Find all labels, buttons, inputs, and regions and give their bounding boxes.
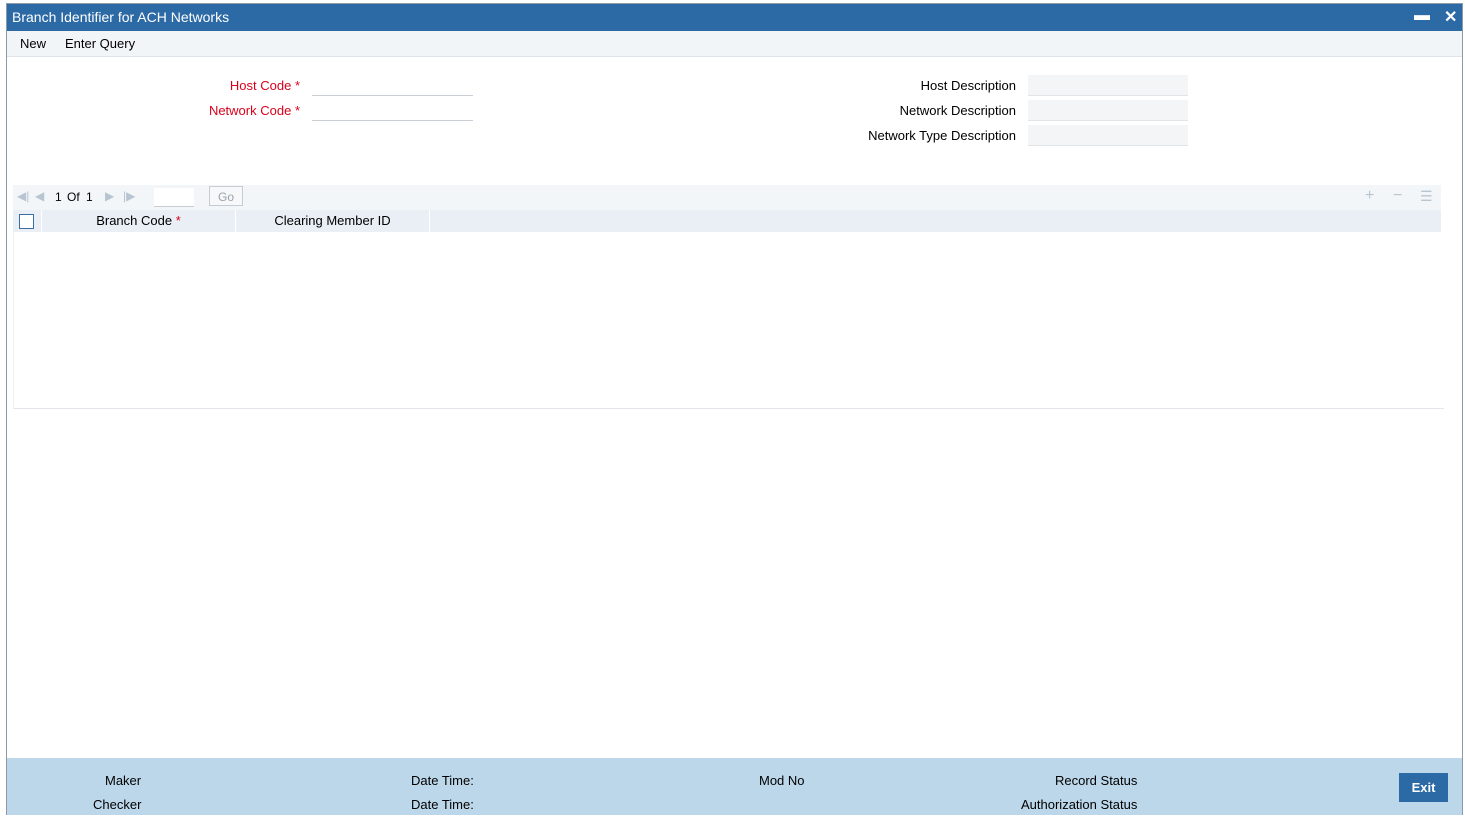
enter-query-menu-item[interactable]: Enter Query bbox=[65, 36, 135, 51]
delete-row-icon[interactable]: − bbox=[1393, 187, 1402, 205]
new-menu-item[interactable]: New bbox=[20, 36, 46, 51]
window-title: Branch Identifier for ACH Networks bbox=[12, 9, 230, 25]
select-all-checkbox[interactable] bbox=[19, 214, 34, 229]
column-header-branch-code: Branch Code * bbox=[96, 213, 181, 228]
maker-label: Maker bbox=[105, 773, 142, 788]
add-row-icon[interactable]: + bbox=[1365, 187, 1374, 205]
grid-header: Branch Code * Clearing Member ID bbox=[13, 210, 1441, 232]
menu-bar: New Enter Query bbox=[7, 31, 1462, 57]
main-window: Branch Identifier for ACH Networks ▬ ✕ N… bbox=[6, 3, 1463, 815]
network-description-label: Network Description bbox=[899, 103, 1016, 118]
go-button[interactable]: Go bbox=[209, 186, 243, 206]
network-code-label: Network Code * bbox=[208, 103, 300, 118]
grid-toolbar: ◀​| ◀ 1 Of 1 ▶ |▶ Go + − ☰ bbox=[13, 185, 1441, 210]
network-type-description-field bbox=[1028, 125, 1188, 146]
title-bar: Branch Identifier for ACH Networks ▬ ✕ bbox=[7, 4, 1462, 31]
maker-date-time-label: Date Time: bbox=[411, 773, 474, 788]
exit-button[interactable]: Exit bbox=[1399, 773, 1448, 802]
network-code-input[interactable] bbox=[312, 100, 473, 121]
last-page-icon[interactable]: |▶ bbox=[123, 189, 135, 203]
prev-page-icon[interactable]: ◀ bbox=[35, 189, 44, 203]
grid-body bbox=[13, 232, 1444, 409]
next-page-icon[interactable]: ▶ bbox=[105, 189, 114, 203]
host-description-field bbox=[1028, 75, 1188, 96]
minimize-icon[interactable]: ▬ bbox=[1414, 7, 1430, 25]
network-type-description-label: Network Type Description bbox=[868, 128, 1016, 143]
host-description-label: Host Description bbox=[920, 78, 1016, 93]
checker-date-time-label: Date Time: bbox=[411, 797, 474, 812]
total-pages: 1 bbox=[86, 190, 93, 204]
close-icon[interactable]: ✕ bbox=[1444, 7, 1457, 27]
current-page: 1 bbox=[55, 190, 62, 204]
host-code-label: Host Code * bbox=[229, 78, 300, 93]
record-status-label: Record Status bbox=[1055, 773, 1138, 788]
checker-label: Checker bbox=[93, 797, 142, 812]
single-view-icon[interactable]: ☰ bbox=[1420, 188, 1433, 205]
audit-footer: Maker Checker Date Time: Date Time: Mod … bbox=[7, 758, 1462, 815]
authorization-status-label: Authorization Status bbox=[1021, 797, 1138, 812]
network-description-field bbox=[1028, 100, 1188, 121]
column-separator bbox=[429, 210, 430, 232]
column-header-clearing-member-id: Clearing Member ID bbox=[274, 213, 391, 228]
host-code-input[interactable] bbox=[312, 75, 473, 96]
first-page-icon[interactable]: ◀​| bbox=[17, 189, 29, 203]
mod-no-label: Mod No bbox=[759, 773, 805, 788]
page-number-input[interactable] bbox=[154, 188, 194, 207]
page-of-label: Of bbox=[67, 190, 80, 204]
